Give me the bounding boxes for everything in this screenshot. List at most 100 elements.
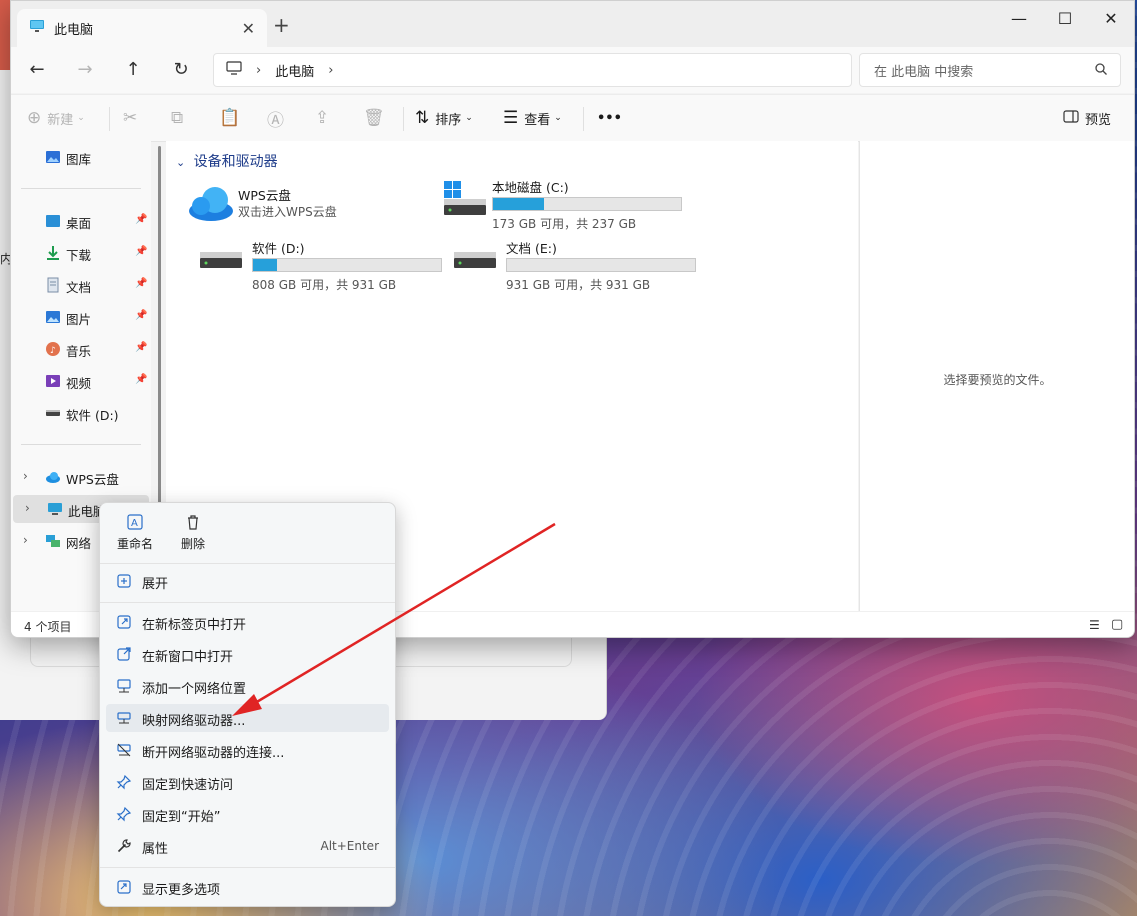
hard-drive-icon [200, 250, 244, 278]
sidebar-item-label: 下载 [66, 248, 92, 263]
gallery-icon [45, 149, 61, 165]
sidebar-item-gallery[interactable]: 图库 [11, 143, 149, 171]
pin-icon[interactable]: 📌 [135, 342, 147, 353]
back-button[interactable]: ← [25, 59, 49, 81]
drive-d[interactable]: 软件 (D:) 808 GB 可用，共 931 GB [188, 236, 442, 292]
pin-icon[interactable]: 📌 [135, 374, 147, 385]
sidebar-item-label: 文档 [66, 280, 92, 295]
chevron-down-icon: ⌄ [176, 156, 186, 169]
plus-circle-icon: ⊕ [27, 108, 42, 128]
view-icon: ☰ [503, 108, 519, 128]
paste-icon[interactable]: 📋 [219, 107, 240, 129]
chevron-right-icon[interactable]: › [256, 63, 261, 78]
search-input[interactable]: 在 此电脑 中搜索 [859, 53, 1121, 87]
chevron-down-icon: ⌄ [465, 113, 473, 123]
delete-button[interactable]: 删除 [168, 513, 218, 552]
address-bar[interactable]: › 此电脑 › [213, 53, 852, 87]
chevron-down-icon: ⌄ [77, 113, 85, 123]
sidebar-item-label: 软件 (D:) [66, 408, 119, 423]
pin-icon[interactable]: 📌 [135, 310, 147, 321]
tab-this-pc[interactable]: 此电脑 ✕ [17, 9, 267, 47]
menu-item-pin-quick-access[interactable]: 固定到快速访问 [106, 768, 389, 796]
close-tab-icon[interactable]: ✕ [242, 19, 255, 38]
details-view-icon[interactable]: ☰ [1089, 618, 1100, 632]
pin-icon [116, 774, 132, 790]
rename-button[interactable]: A 重命名 [110, 513, 160, 552]
menu-item-label: 固定到快速访问 [142, 778, 234, 793]
sidebar-item-label: 图库 [66, 152, 92, 167]
minimize-button[interactable]: — [996, 9, 1042, 28]
menu-item-open-new-window[interactable]: 在新窗口中打开 [106, 640, 389, 668]
pin-icon[interactable]: 📌 [135, 214, 147, 225]
sidebar-item-music[interactable]: ♪ 音乐 📌 [11, 335, 149, 363]
sidebar-item-videos[interactable]: 视频 📌 [11, 367, 149, 395]
refresh-button[interactable]: ↻ [169, 59, 193, 81]
menu-divider [100, 563, 395, 564]
section-title: 设备和驱动器 [193, 154, 278, 170]
close-window-button[interactable]: ✕ [1088, 9, 1134, 28]
drive-e[interactable]: 文档 (E:) 931 GB 可用，共 931 GB [442, 236, 696, 292]
sidebar-item-drive-d[interactable]: 软件 (D:) [11, 399, 149, 427]
preview-pane-button[interactable]: 预览 [1063, 107, 1111, 129]
pin-icon[interactable]: 📌 [135, 278, 147, 289]
menu-item-properties[interactable]: 属性 Alt+Enter [106, 832, 389, 860]
up-button[interactable]: ↑ [121, 59, 145, 81]
chevron-right-icon[interactable]: › [23, 533, 28, 547]
sidebar-item-pictures[interactable]: 图片 📌 [11, 303, 149, 331]
forward-button[interactable]: → [73, 59, 97, 81]
command-bar: ⊕ 新建 ⌄ ✂ ⧉ 📋 Ⓐ ⇪ 🗑 ⇅ 排序 ⌄ ☰ 查看 ⌄ ••• 预览 [11, 94, 1134, 142]
disconnect-network-drive-icon [116, 742, 132, 758]
drive-c[interactable]: 本地磁盘 (C:) 173 GB 可用，共 237 GB [442, 175, 692, 231]
view-button[interactable]: ☰ 查看 ⌄ [503, 107, 562, 129]
pin-icon[interactable]: 📌 [135, 246, 147, 257]
copy-icon[interactable]: ⧉ [171, 107, 183, 129]
maximize-button[interactable]: ☐ [1042, 9, 1088, 28]
new-tab-button[interactable]: + [273, 15, 290, 35]
menu-item-label: 断开网络驱动器的连接... [142, 746, 285, 761]
sort-button[interactable]: ⇅ 排序 ⌄ [415, 107, 473, 129]
desktop-icon [45, 213, 61, 229]
cut-icon[interactable]: ✂ [123, 107, 137, 129]
sidebar-item-label: 音乐 [66, 344, 92, 359]
sort-label: 排序 [435, 112, 462, 128]
new-button[interactable]: ⊕ 新建 ⌄ [27, 107, 85, 129]
sidebar-item-downloads[interactable]: 下载 📌 [11, 239, 149, 267]
drive-usage-bar [492, 197, 682, 211]
toolbar-divider [583, 107, 584, 131]
tab-bar: 此电脑 ✕ + — ☐ ✕ [11, 1, 1134, 47]
chevron-right-icon[interactable]: › [328, 63, 333, 78]
menu-item-disconnect-network-drive[interactable]: 断开网络驱动器的连接... [106, 736, 389, 764]
section-header[interactable]: ⌄ 设备和驱动器 [176, 151, 278, 171]
search-icon [1094, 62, 1108, 80]
drive-free-space: 808 GB 可用，共 931 GB [252, 278, 397, 292]
sidebar-item-label: 视频 [66, 376, 92, 391]
wps-cloud-icon [188, 183, 234, 227]
menu-item-open-new-tab[interactable]: 在新标签页中打开 [106, 608, 389, 636]
menu-item-shortcut: Alt+Enter [320, 839, 379, 853]
sidebar-item-label: 图片 [66, 312, 92, 327]
tiles-view-icon[interactable]: ▢ [1111, 617, 1123, 632]
menu-item-pin-start[interactable]: 固定到“开始” [106, 800, 389, 828]
breadcrumb[interactable]: 此电脑 [275, 61, 314, 80]
menu-item-label: 固定到“开始” [142, 810, 221, 825]
menu-item-expand[interactable]: 展开 [106, 567, 389, 595]
menu-item-add-network-location[interactable]: 添加一个网络位置 [106, 672, 389, 700]
menu-item-map-network-drive[interactable]: 映射网络驱动器... [106, 704, 389, 732]
sidebar-item-desktop[interactable]: 桌面 📌 [11, 207, 149, 235]
more-options-button[interactable]: ••• [597, 107, 622, 129]
sidebar-item-wps-cloud[interactable]: › WPS云盘 [11, 463, 149, 491]
share-icon[interactable]: ⇪ [315, 107, 329, 129]
rename-icon[interactable]: Ⓐ [267, 107, 284, 131]
delete-icon[interactable]: 🗑 [363, 107, 385, 129]
delete-label: 删除 [180, 537, 205, 551]
sidebar-item-documents[interactable]: 文档 📌 [11, 271, 149, 299]
menu-item-show-more-options[interactable]: 显示更多选项 [106, 873, 389, 901]
sidebar-item-label: 桌面 [66, 216, 92, 231]
menu-item-label: 展开 [142, 577, 169, 592]
sidebar-scrollbar[interactable] [158, 146, 161, 506]
download-icon [45, 245, 61, 261]
chevron-right-icon[interactable]: › [25, 501, 30, 515]
chevron-right-icon[interactable]: › [23, 469, 28, 483]
preview-pane-icon [1063, 109, 1079, 127]
drive-wps-cloud[interactable]: WPS云盘 双击进入WPS云盘 [188, 181, 438, 231]
